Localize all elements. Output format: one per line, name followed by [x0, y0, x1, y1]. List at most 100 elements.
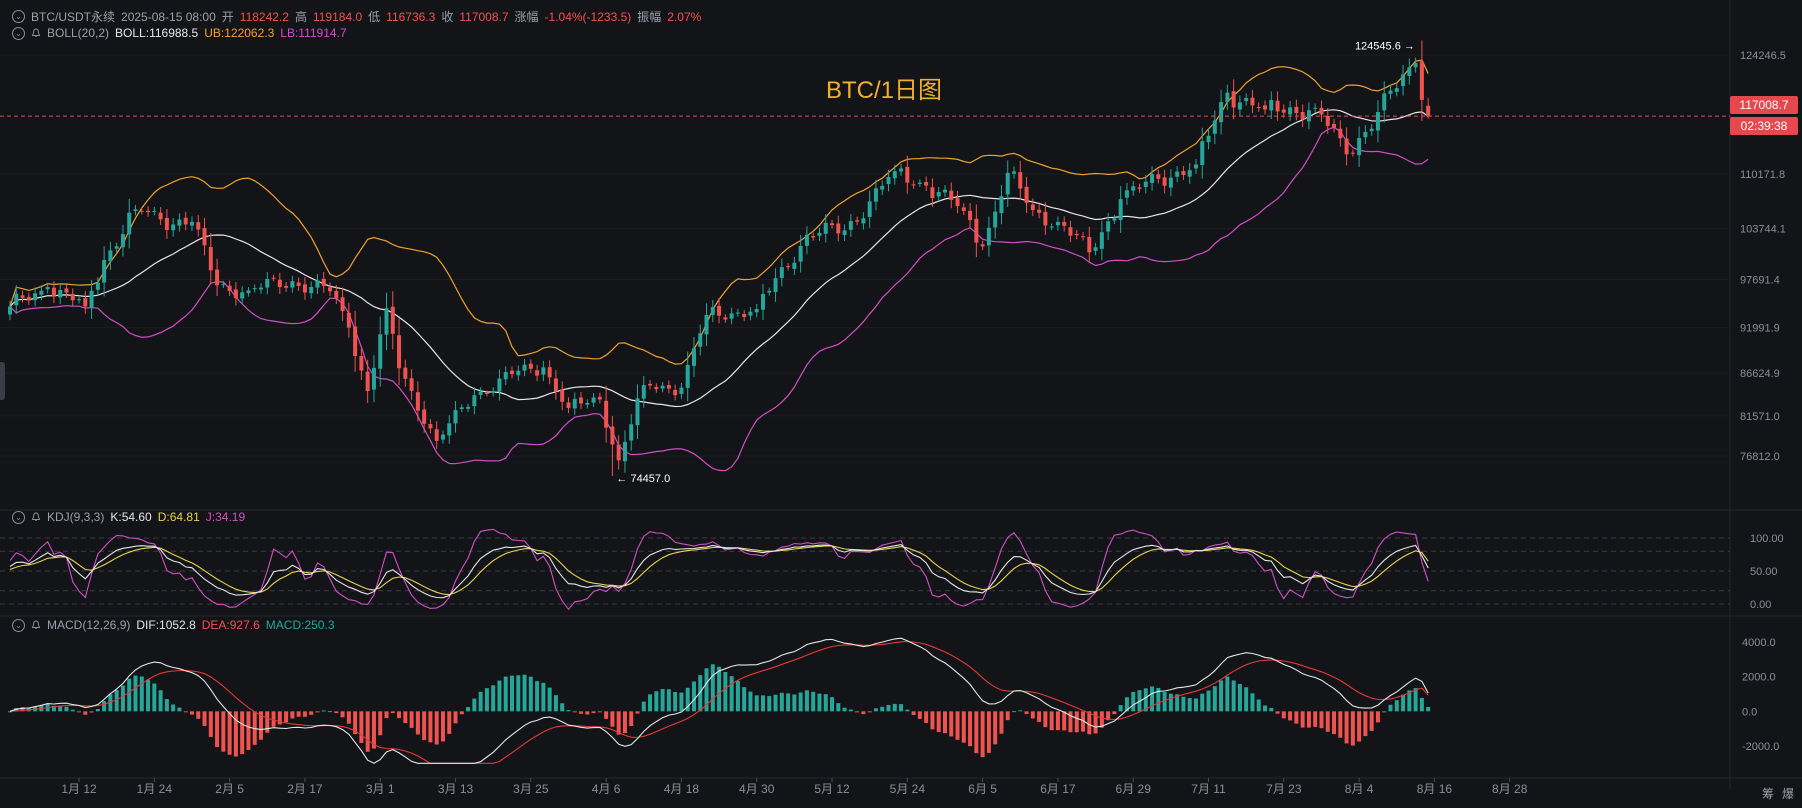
- macd-histogram-bar: [378, 711, 383, 736]
- candle: [371, 355, 376, 403]
- macd-histogram-bar: [1419, 697, 1424, 712]
- candle-body: [1319, 107, 1324, 115]
- price-tick-label: 81571.0: [1740, 411, 1780, 423]
- candle-body: [1256, 107, 1261, 109]
- candle-body: [139, 210, 144, 212]
- candle-body: [924, 181, 929, 186]
- candle: [259, 283, 263, 294]
- candle: [202, 217, 207, 256]
- candle: [1018, 160, 1023, 200]
- macd-histogram-bar: [629, 711, 634, 727]
- candle-body: [1200, 141, 1205, 166]
- candle-body: [1212, 120, 1217, 134]
- collapse-icon[interactable]: ⌄: [12, 26, 25, 40]
- candle-body: [836, 223, 841, 234]
- candle-body: [1106, 221, 1111, 232]
- candle: [146, 206, 151, 217]
- macd-histogram-bar: [1193, 698, 1198, 712]
- candle-body: [384, 308, 389, 335]
- candle-body: [553, 378, 558, 392]
- liquidation-button[interactable]: 爆: [1782, 785, 1794, 802]
- candle-body: [660, 385, 665, 389]
- candle: [1319, 100, 1324, 122]
- candle-body: [1344, 138, 1349, 155]
- candle-body: [447, 423, 452, 436]
- candle-body: [108, 250, 113, 262]
- macd-histogram-bar: [936, 711, 941, 733]
- candle: [108, 241, 113, 270]
- candle-body: [930, 187, 935, 199]
- chips-button[interactable]: 筹: [1762, 785, 1774, 802]
- candle: [89, 279, 94, 319]
- candle-body: [786, 266, 791, 268]
- candle: [1062, 216, 1067, 232]
- macd-histogram-bar: [127, 678, 132, 712]
- candle: [1344, 127, 1349, 166]
- candle: [58, 283, 63, 305]
- candle: [986, 216, 991, 257]
- candle: [1206, 128, 1211, 150]
- macd-histogram-bar: [403, 711, 408, 724]
- candle-body: [89, 290, 94, 309]
- bell-icon[interactable]: [31, 28, 41, 38]
- candle-body: [635, 398, 640, 426]
- candle: [566, 397, 571, 414]
- kdj-d-line: [9, 545, 1429, 596]
- macd-histogram-bar: [949, 711, 954, 737]
- candle: [698, 324, 703, 356]
- macd-histogram-bar: [1005, 711, 1010, 721]
- candle-body: [1037, 209, 1042, 213]
- candle: [510, 366, 514, 379]
- collapse-icon[interactable]: ⌄: [12, 510, 25, 524]
- candle-body: [1401, 74, 1406, 87]
- candle-body: [610, 426, 615, 445]
- boll-mid-line: [9, 109, 1429, 408]
- candle: [1005, 160, 1010, 207]
- candle-body: [616, 444, 621, 461]
- macd-histogram-bar: [202, 711, 207, 726]
- candle-body: [95, 282, 100, 290]
- side-panel-handle[interactable]: [0, 362, 5, 400]
- collapse-icon[interactable]: ⌄: [12, 618, 25, 632]
- macd-histogram-bar: [1087, 711, 1092, 735]
- chart-canvas[interactable]: 124246.5 110171.8 103744.1 97691.4 91991.9 86…: [0, 0, 1802, 808]
- candle-body: [26, 296, 31, 301]
- candle-body: [1055, 221, 1060, 226]
- candle-body: [390, 306, 395, 334]
- bell-icon[interactable]: [31, 512, 41, 522]
- bell-icon[interactable]: [31, 620, 41, 630]
- macd-histogram-bar: [635, 711, 640, 714]
- collapse-icon[interactable]: ⌄: [12, 10, 25, 23]
- macd-histogram-bar: [434, 711, 439, 745]
- macd-histogram-bar: [302, 711, 307, 717]
- candle-body: [484, 392, 489, 394]
- candle: [1037, 204, 1042, 219]
- macd-histogram-bar: [1332, 711, 1337, 735]
- candle: [560, 381, 565, 411]
- macd-histogram-bar: [892, 703, 897, 712]
- macd-histogram-bar: [798, 692, 803, 712]
- candle: [654, 383, 659, 393]
- candle-body: [434, 429, 439, 441]
- close-value: 117008.7: [459, 9, 509, 24]
- candle-body: [1313, 107, 1318, 109]
- candle: [1112, 214, 1117, 225]
- macd-histogram-bar: [1037, 711, 1042, 722]
- candle-body: [880, 185, 885, 190]
- candle-body: [585, 403, 590, 405]
- candle: [773, 268, 778, 302]
- macd-histogram-bar: [1413, 688, 1418, 712]
- candle: [120, 224, 125, 257]
- candle-body: [353, 326, 358, 357]
- candle-body: [723, 317, 728, 320]
- candle-body: [334, 290, 339, 299]
- macd-histogram-bar: [1225, 676, 1230, 712]
- candle-body: [811, 235, 816, 238]
- macd-histogram-bar: [440, 711, 445, 742]
- time-tick-label: 6月 17: [1040, 782, 1076, 796]
- macd-histogram-bar: [1325, 711, 1330, 732]
- macd-histogram-bar: [528, 676, 533, 712]
- candle-body: [949, 190, 954, 200]
- macd-histogram-bar: [622, 711, 627, 734]
- candle-body: [754, 309, 759, 313]
